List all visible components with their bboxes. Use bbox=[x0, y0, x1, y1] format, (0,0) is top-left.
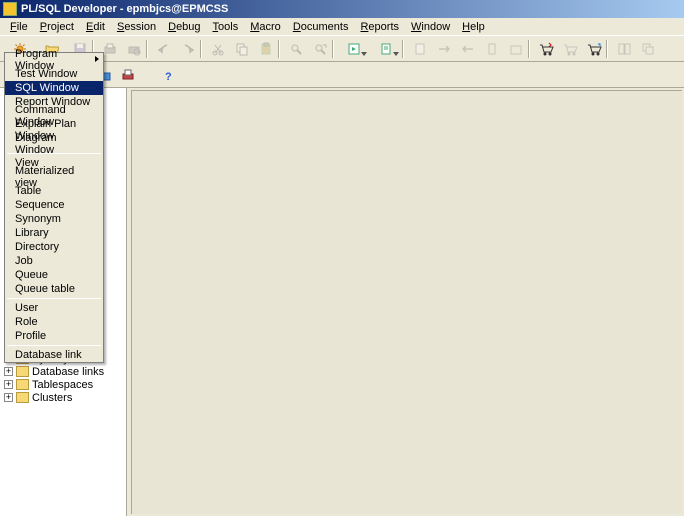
menu-macro[interactable]: Macro bbox=[244, 20, 287, 34]
tree-node-database-links[interactable]: + Database links bbox=[0, 365, 126, 378]
tree-label: Clusters bbox=[32, 392, 72, 404]
menu-separator bbox=[7, 298, 101, 299]
break-button[interactable] bbox=[481, 38, 503, 60]
cut-button[interactable] bbox=[207, 38, 229, 60]
menu-item-table[interactable]: Table bbox=[5, 184, 103, 198]
menu-file[interactable]: File bbox=[4, 20, 34, 34]
file-new-menu: Program WindowTest WindowSQL WindowRepor… bbox=[4, 52, 104, 363]
menu-item-job[interactable]: Job bbox=[5, 254, 103, 268]
rollback-button[interactable] bbox=[457, 38, 479, 60]
tree-node-tablespaces[interactable]: + Tablespaces bbox=[0, 378, 126, 391]
menu-help[interactable]: Help bbox=[456, 20, 491, 34]
tree-node-clusters[interactable]: + Clusters bbox=[0, 391, 126, 404]
menu-window[interactable]: Window bbox=[405, 20, 456, 34]
menu-item-role[interactable]: Role bbox=[5, 315, 103, 329]
commit-button[interactable] bbox=[433, 38, 455, 60]
cart-add-button[interactable] bbox=[559, 38, 581, 60]
menu-item-library[interactable]: Library bbox=[5, 226, 103, 240]
cart-go-button[interactable] bbox=[583, 38, 605, 60]
svg-text:?: ? bbox=[165, 71, 172, 82]
cart-button[interactable] bbox=[535, 38, 557, 60]
menu-item-queue[interactable]: Queue bbox=[5, 268, 103, 282]
menu-debug[interactable]: Debug bbox=[162, 20, 206, 34]
app-icon bbox=[3, 2, 17, 16]
menu-item-sequence[interactable]: Sequence bbox=[5, 198, 103, 212]
menu-item-queue-table[interactable]: Queue table bbox=[5, 282, 103, 296]
menu-documents[interactable]: Documents bbox=[287, 20, 355, 34]
menu-item-profile[interactable]: Profile bbox=[5, 329, 103, 343]
execute-button[interactable] bbox=[339, 38, 369, 60]
menu-tools[interactable]: Tools bbox=[207, 20, 245, 34]
redo-button[interactable] bbox=[177, 38, 199, 60]
title-bar: PL/SQL Developer - epmbjcs@EPMCSS bbox=[0, 0, 684, 18]
menu-project[interactable]: Project bbox=[34, 20, 80, 34]
find-next-button[interactable] bbox=[309, 38, 331, 60]
folder-icon bbox=[16, 366, 29, 377]
menu-reports[interactable]: Reports bbox=[354, 20, 405, 34]
menu-session[interactable]: Session bbox=[111, 20, 162, 34]
window-title: PL/SQL Developer - epmbjcs@EPMCSS bbox=[21, 3, 228, 15]
menu-item-program-window[interactable]: Program Window bbox=[5, 53, 103, 67]
tb2-printer[interactable] bbox=[117, 64, 139, 86]
menu-bar: FileProjectEditSessionDebugToolsMacroDoc… bbox=[0, 18, 684, 36]
copy-button[interactable] bbox=[231, 38, 253, 60]
window-cascade-button[interactable] bbox=[637, 38, 659, 60]
menu-item-synonym[interactable]: Synonym bbox=[5, 212, 103, 226]
menu-item-directory[interactable]: Directory bbox=[5, 240, 103, 254]
menu-item-user[interactable]: User bbox=[5, 301, 103, 315]
expand-icon[interactable]: + bbox=[4, 393, 13, 402]
mdi-workspace bbox=[131, 90, 682, 514]
kill-button[interactable] bbox=[505, 38, 527, 60]
tree-label: Tablespaces bbox=[32, 379, 93, 391]
menu-item-test-window[interactable]: Test Window bbox=[5, 67, 103, 81]
help-button[interactable]: ? bbox=[157, 64, 179, 86]
tree-label: Database links bbox=[32, 366, 104, 378]
paste-button[interactable] bbox=[255, 38, 277, 60]
window-tile-button[interactable] bbox=[613, 38, 635, 60]
find-button[interactable] bbox=[285, 38, 307, 60]
undo-button[interactable] bbox=[153, 38, 175, 60]
menu-item-database-link[interactable]: Database link bbox=[5, 348, 103, 362]
expand-icon[interactable]: + bbox=[4, 380, 13, 389]
expand-icon[interactable]: + bbox=[4, 367, 13, 376]
script-button[interactable] bbox=[371, 38, 401, 60]
explain-button[interactable] bbox=[409, 38, 431, 60]
folder-icon bbox=[16, 392, 29, 403]
folder-icon bbox=[16, 379, 29, 390]
menu-edit[interactable]: Edit bbox=[80, 20, 111, 34]
print-preview-button[interactable] bbox=[123, 38, 145, 60]
menu-separator bbox=[7, 345, 101, 346]
menu-item-diagram-window[interactable]: Diagram Window bbox=[5, 137, 103, 151]
menu-item-sql-window[interactable]: SQL Window bbox=[5, 81, 103, 95]
menu-item-materialized-view[interactable]: Materialized view bbox=[5, 170, 103, 184]
